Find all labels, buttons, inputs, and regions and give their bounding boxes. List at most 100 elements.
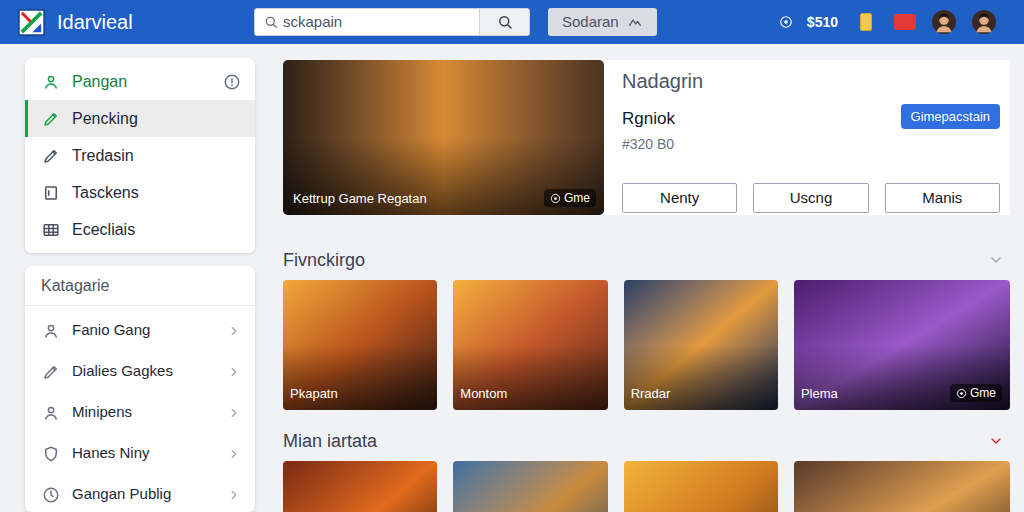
chevron-right-icon xyxy=(227,324,241,338)
category-label: Minipens xyxy=(72,401,215,424)
shield-icon xyxy=(42,445,60,463)
avatar-icon[interactable] xyxy=(972,10,996,34)
person-icon xyxy=(42,322,60,340)
game-grid: Pkapatn Montom Rradar Plema Gme xyxy=(283,280,1010,410)
disc-icon xyxy=(956,388,967,399)
nav-item[interactable]: Ececliais xyxy=(25,211,255,248)
nav-item[interactable]: Tredasin xyxy=(25,137,255,174)
top-bar: Idarvieal Sodaran $510 xyxy=(0,0,1024,44)
featured: Kettrup Game Regatan Gme Nadagrin Rgniok #32… xyxy=(283,60,1010,215)
category-label: Fanio Gang xyxy=(72,319,215,342)
game-grid xyxy=(283,461,1010,512)
logo[interactable]: Idarvieal xyxy=(18,9,254,36)
category-card: Katagarie Fanio Gang Dialies Gagkes Minipen… xyxy=(25,266,255,512)
action-button[interactable]: Manis xyxy=(885,183,1000,213)
action-button-label: Uscng xyxy=(790,189,833,206)
nav-label: Ececliais xyxy=(72,218,241,242)
featured-name: Rgniok xyxy=(622,108,675,130)
balance-text: $510 xyxy=(807,12,838,33)
game-card[interactable]: Rradar xyxy=(624,280,778,410)
nav-label: Pangan xyxy=(72,70,211,94)
category-label: Dialies Gagkes xyxy=(72,360,215,383)
featured-meta: #320 B0 xyxy=(622,134,675,154)
pencil-icon xyxy=(42,363,60,381)
category-label: Hanes Niny xyxy=(72,442,215,465)
game-card[interactable]: Pkapatn xyxy=(283,280,437,410)
person-icon xyxy=(42,73,60,91)
category-item[interactable]: Dialies Gagkes xyxy=(25,351,255,392)
clock-icon xyxy=(42,486,60,504)
search-icon xyxy=(263,14,279,30)
header-button[interactable]: Sodaran xyxy=(548,8,657,36)
game-badge: Gme xyxy=(950,384,1002,402)
balance[interactable]: $510 xyxy=(779,12,838,33)
primary-button[interactable]: Gimepacstain xyxy=(901,104,1000,129)
category-item[interactable]: Fanio Gang xyxy=(25,310,255,351)
category-title: Katagarie xyxy=(41,274,110,298)
chart-icon xyxy=(627,14,643,30)
person-icon xyxy=(42,404,60,422)
action-button-label: Nenty xyxy=(660,189,699,206)
game-card[interactable] xyxy=(283,461,437,512)
game-card[interactable]: Montom xyxy=(453,280,607,410)
gift-icon[interactable] xyxy=(894,14,916,30)
coin-icon xyxy=(779,15,793,29)
game-badge: Gme xyxy=(544,189,596,207)
section-header[interactable]: Fivnckirgo xyxy=(283,248,1010,272)
chevron-right-icon xyxy=(227,365,241,379)
section-title: Fivnckirgo xyxy=(283,247,365,274)
category-label: Gangan Publig xyxy=(72,483,215,506)
search-button[interactable] xyxy=(479,9,529,35)
header-button-label: Sodaran xyxy=(562,11,619,34)
badge-text: Gme xyxy=(564,190,590,206)
nav-item[interactable]: Pangan xyxy=(25,63,255,100)
disc-icon xyxy=(550,193,561,204)
action-button-label: Manis xyxy=(922,189,962,206)
card-caption: Rradar xyxy=(631,384,671,404)
grid-icon xyxy=(42,221,60,239)
card-caption: Pkapatn xyxy=(290,384,338,404)
search-input[interactable] xyxy=(283,11,479,34)
card-caption: Plema xyxy=(801,384,838,404)
badge-text: Gme xyxy=(970,385,996,401)
category-item[interactable]: Minipens xyxy=(25,392,255,433)
nav-label: Tasckens xyxy=(72,181,241,205)
featured-banner[interactable]: Kettrup Game Regatan Gme xyxy=(283,60,604,215)
game-card[interactable] xyxy=(624,461,778,512)
featured-details: Nadagrin Rgniok #320 B0 Gimepacstain Nenty Us… xyxy=(604,60,1010,215)
game-card[interactable]: Plema Gme xyxy=(794,280,1010,410)
info-icon[interactable] xyxy=(223,73,241,91)
pencil-icon xyxy=(42,147,60,165)
category-item[interactable]: Hanes Niny xyxy=(25,433,255,474)
primary-button-label: Gimepacstain xyxy=(911,109,990,124)
sidebar: Pangan Pencking Tredasin Tasckens Ececliais K… xyxy=(25,58,255,512)
card-caption: Montom xyxy=(460,384,507,404)
nav-card: Pangan Pencking Tredasin Tasckens Ececliais xyxy=(25,58,255,253)
game-card[interactable] xyxy=(453,461,607,512)
nav-item[interactable]: Pencking xyxy=(25,100,255,137)
search-icon xyxy=(496,13,514,31)
category-item[interactable]: Gangan Publig xyxy=(25,474,255,512)
pencil-icon xyxy=(42,110,60,128)
chevron-down-icon[interactable] xyxy=(988,433,1004,449)
document-icon xyxy=(42,184,60,202)
main-content: Kettrup Game Regatan Gme Nadagrin Rgniok #32… xyxy=(283,58,1010,512)
section-header[interactable]: Mian iartata xyxy=(283,429,1010,453)
search-box xyxy=(254,8,530,36)
nav-label: Pencking xyxy=(72,107,241,131)
section-title: Mian iartata xyxy=(283,428,377,455)
avatar-icon[interactable] xyxy=(932,10,956,34)
action-button[interactable]: Nenty xyxy=(622,183,737,213)
nav-item[interactable]: Tasckens xyxy=(25,174,255,211)
chevron-right-icon xyxy=(227,447,241,461)
wallet-icon[interactable] xyxy=(860,13,872,31)
logo-icon xyxy=(18,9,45,36)
action-button[interactable]: Uscng xyxy=(753,183,868,213)
banner-caption: Kettrup Game Regatan xyxy=(293,189,427,209)
chevron-down-icon[interactable] xyxy=(988,252,1004,268)
game-card[interactable] xyxy=(794,461,1010,512)
chevron-right-icon xyxy=(227,488,241,502)
logo-text: Idarvieal xyxy=(57,10,133,34)
featured-title: Nadagrin xyxy=(622,68,1000,94)
nav-label: Tredasin xyxy=(72,144,241,168)
